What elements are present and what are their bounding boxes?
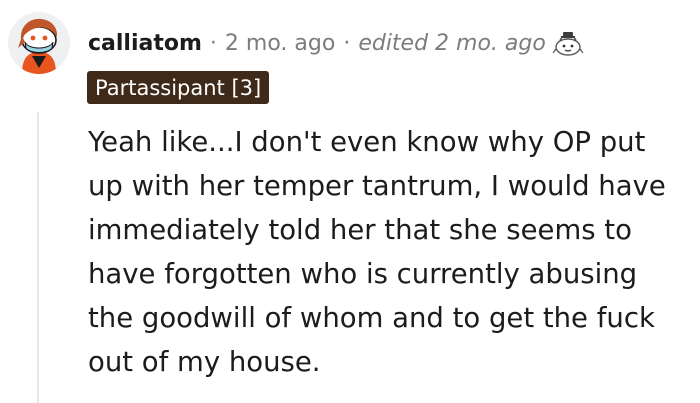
comment-header: calliatom · 2 mo. ago · edited 2 mo. ago	[88, 28, 584, 58]
timestamp-link[interactable]: 2 mo. ago	[225, 31, 335, 56]
edited-label: edited 2 mo. ago	[358, 30, 546, 56]
user-flair: Partassipant [3]	[87, 71, 270, 104]
comment-body-line: up with her temper tantrum, I would have	[88, 170, 666, 202]
user-avatar[interactable]	[8, 12, 70, 74]
comment-body-line: out of my house.	[88, 346, 321, 378]
comment-body-line: have forgotten who is currently abusing	[88, 258, 638, 290]
meta-separator: ·	[343, 30, 351, 56]
flair-label: Partassipant [3]	[95, 75, 262, 100]
comment-body-line: Yeah like...I don't even know why OP put	[88, 126, 646, 158]
comment-body-line: immediately told her that she seems to	[88, 214, 632, 246]
wholesome-seal-award-icon[interactable]	[552, 29, 584, 57]
comment-body: Yeah like...I don't even know why OP put…	[88, 120, 696, 384]
thread-line[interactable]	[37, 112, 39, 403]
comment-body-line: the goodwill of whom and to get the fuck	[88, 302, 655, 334]
comment: calliatom · 2 mo. ago · edited 2 mo. ago…	[0, 0, 700, 403]
username-link[interactable]: calliatom	[88, 31, 202, 56]
meta-separator: ·	[209, 30, 217, 56]
snoo-avatar-icon	[18, 18, 58, 74]
